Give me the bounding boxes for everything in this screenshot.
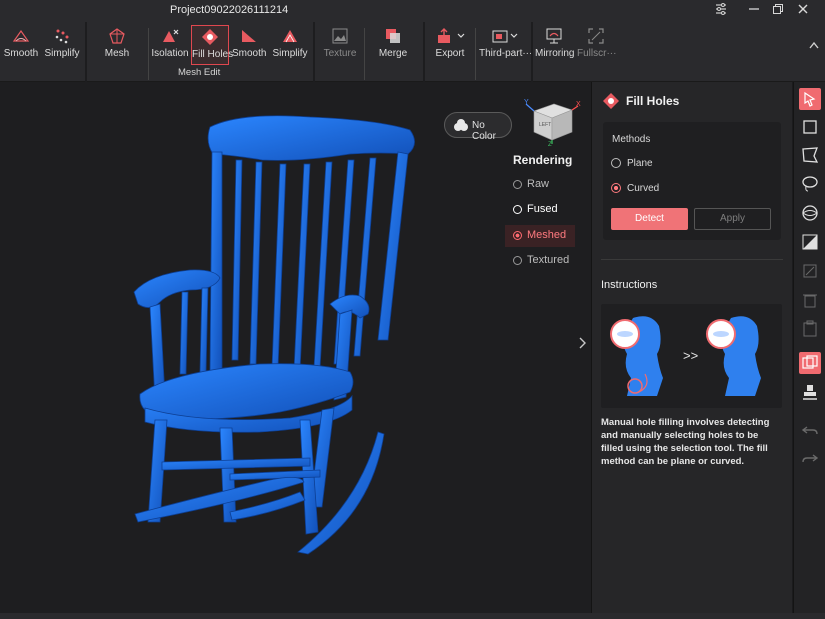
method-curved-radio[interactable]: Curved [611,183,659,194]
methods-header: Methods [612,134,651,145]
minimize-icon[interactable] [744,2,764,20]
redo-icon[interactable] [799,447,821,469]
color-circles-icon [454,119,468,131]
third-party-button[interactable]: Third-part··· [479,25,532,65]
layers-icon[interactable] [799,352,821,374]
rendering-option-raw[interactable]: Raw [505,174,575,196]
detect-button[interactable]: Detect [611,208,688,230]
panel-title: Fill Holes [626,94,680,108]
method-plane-radio[interactable]: Plane [611,158,653,169]
connected-select-icon[interactable] [799,202,821,224]
delete-icon[interactable] [799,289,821,311]
svg-text:Z: Z [548,142,552,146]
mesh-icon [109,28,125,44]
smooth-icon [242,30,256,42]
simplify-icon [55,29,69,44]
3d-viewport[interactable]: No Color LEFT X Y Z Rendering Raw Fused … [0,82,591,613]
window-title: Project09022026111214 [170,4,289,16]
no-color-toggle[interactable]: No Color [444,112,512,142]
fill-holes-icon [202,29,218,45]
lasso-select-icon[interactable] [799,173,821,195]
simplify-left-button[interactable]: Simplify [42,25,82,65]
svg-text:>>: >> [683,348,698,363]
panel-expand-chevron-icon[interactable] [578,337,586,352]
invert-select-icon[interactable] [799,231,821,253]
apply-button[interactable]: Apply [694,208,771,230]
rendering-option-fused[interactable]: Fused [505,199,575,221]
svg-text:Y: Y [524,99,529,106]
merge-icon [386,29,400,43]
svg-text:LEFT: LEFT [539,122,551,128]
status-bar [0,613,825,619]
settings-icon[interactable] [711,2,731,20]
export-icon [438,28,465,43]
selection-toolbar [793,82,825,613]
smooth-icon [12,29,30,42]
rendering-option-meshed[interactable]: Meshed [505,225,575,247]
fill-holes-button[interactable]: Fill Holes [191,25,233,65]
texture-icon [332,28,348,44]
paste-icon[interactable] [799,318,821,340]
fullscreen-button[interactable]: Fullscr··· [577,25,616,65]
third-party-icon [492,30,518,43]
rectangle-select-icon[interactable] [799,116,821,138]
collapse-ribbon-icon[interactable] [809,38,819,52]
ribbon-toolbar: Smooth Simplify Mesh Isolation Fill Hole… [0,22,825,82]
view-cube-icon[interactable]: LEFT X Y Z [524,96,584,146]
merge-button[interactable]: Merge [375,25,411,65]
group-separator [85,22,87,82]
isolation-button[interactable]: Isolation [151,25,189,65]
methods-box: Methods Plane Curved Detect Apply [603,122,781,240]
smooth-left-button[interactable]: Smooth [3,25,39,65]
clear-select-icon[interactable] [799,260,821,282]
export-button[interactable]: Export [432,25,468,65]
polygon-select-icon[interactable] [799,144,821,166]
select-pointer-icon[interactable] [799,88,821,110]
mirroring-button[interactable]: Mirroring [535,25,574,65]
mesh-button[interactable]: Mesh [100,25,134,65]
rocking-chair-model [133,115,415,555]
simplify-icon [283,30,297,43]
instructions-title: Instructions [601,279,658,291]
rendering-option-textured[interactable]: Textured [505,250,575,272]
mirroring-icon [546,28,562,44]
texture-button[interactable]: Texture [322,25,358,65]
simplify-button[interactable]: Simplify [270,25,310,65]
mesh-edit-group-label: Mesh Edit [178,67,221,78]
undo-icon[interactable] [799,419,821,441]
rendering-title: Rendering [513,153,573,167]
smooth-button[interactable]: Smooth [232,25,266,65]
instructions-text: Manual hole filling involves detecting a… [601,417,770,467]
instructions-illustration: >> [601,304,782,408]
restore-icon[interactable] [768,2,788,20]
isolation-icon [163,29,179,42]
svg-text:X: X [576,101,581,108]
fullscreen-icon [588,28,604,44]
fill-holes-icon [603,93,619,109]
title-bar: Project09022026111214 [0,0,825,22]
fill-holes-panel: Fill Holes Methods Plane Curved Detect A… [591,82,792,613]
close-icon[interactable] [793,2,813,20]
stamp-icon[interactable] [799,382,821,404]
